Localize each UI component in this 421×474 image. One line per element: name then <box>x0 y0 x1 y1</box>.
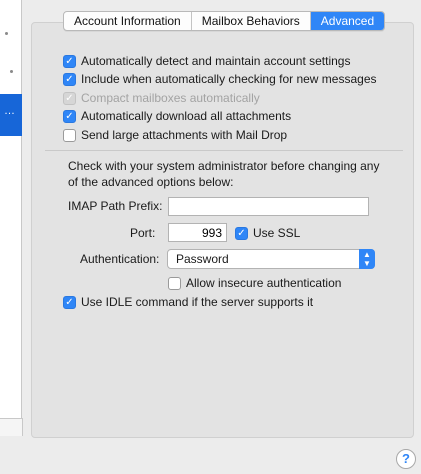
use-ssl-checkbox[interactable]: ✓ <box>235 226 248 240</box>
mail-drop-label: Send large attachments with Mail Drop <box>81 128 288 142</box>
advanced-warning-text: Check with your system administrator bef… <box>68 159 380 189</box>
include-check-checkbox[interactable]: ✓ <box>63 72 76 86</box>
allow-insecure-label: Allow insecure authentication <box>186 276 342 290</box>
tab-account-information[interactable]: Account Information <box>64 12 192 30</box>
port-input[interactable] <box>168 223 227 242</box>
download-attachments-option[interactable]: ✓ Automatically download all attachments <box>63 108 291 124</box>
compact-option: ✓ Compact mailboxes automatically <box>63 90 260 106</box>
section-divider <box>45 150 403 151</box>
include-check-label: Include when automatically checking for … <box>81 72 377 86</box>
allow-insecure-option[interactable]: Allow insecure authentication <box>168 275 341 291</box>
account-list-item-selected[interactable]: … <box>0 94 22 136</box>
account-list-marker <box>5 32 8 35</box>
detect-settings-option[interactable]: ✓ Automatically detect and maintain acco… <box>63 53 350 69</box>
tab-advanced[interactable]: Advanced <box>310 12 385 30</box>
use-ssl-option[interactable]: ✓ Use SSL <box>235 225 300 241</box>
include-check-option[interactable]: ✓ Include when automatically checking fo… <box>63 71 377 87</box>
account-list-marker <box>10 70 13 73</box>
mail-drop-option[interactable]: Send large attachments with Mail Drop <box>63 127 287 143</box>
idle-option[interactable]: ✓ Use IDLE command if the server support… <box>63 294 313 310</box>
imap-path-input[interactable] <box>168 197 369 216</box>
help-icon: ? <box>402 451 410 466</box>
compact-checkbox: ✓ <box>63 91 76 105</box>
account-list-footer <box>0 418 23 436</box>
mail-drop-checkbox[interactable] <box>63 128 76 142</box>
download-attachments-checkbox[interactable]: ✓ <box>63 109 76 123</box>
use-ssl-label: Use SSL <box>253 226 301 240</box>
authentication-label: Authentication: <box>80 252 160 266</box>
download-attachments-label: Automatically download all attachments <box>81 109 292 123</box>
detect-settings-label: Automatically detect and maintain accoun… <box>81 54 351 68</box>
help-button[interactable]: ? <box>396 449 416 469</box>
tab-bar: Account Information Mailbox Behaviors Ad… <box>63 11 386 31</box>
account-list[interactable]: … <box>0 0 22 436</box>
select-chevrons-icon: ▲ ▼ <box>359 249 375 269</box>
idle-checkbox[interactable]: ✓ <box>63 295 76 309</box>
tab-mailbox-behaviors[interactable]: Mailbox Behaviors <box>192 12 311 30</box>
detect-settings-checkbox[interactable]: ✓ <box>63 54 76 68</box>
authentication-value: Password <box>176 252 229 266</box>
imap-path-label: IMAP Path Prefix: <box>68 199 163 213</box>
compact-label: Compact mailboxes automatically <box>81 91 260 105</box>
authentication-select[interactable]: Password ▲ ▼ <box>167 249 375 269</box>
port-label: Port: <box>130 226 156 240</box>
idle-label: Use IDLE command if the server supports … <box>81 295 314 309</box>
allow-insecure-checkbox[interactable] <box>168 276 181 290</box>
